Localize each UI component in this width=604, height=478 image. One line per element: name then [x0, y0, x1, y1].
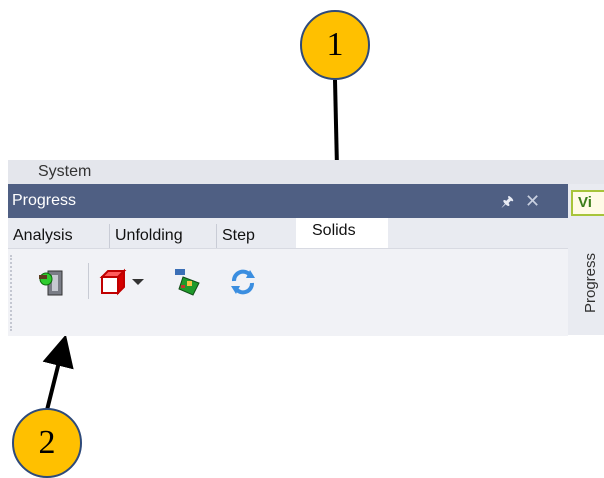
callout-1-label: 1 [326, 26, 344, 63]
callout-1: 1 [300, 10, 370, 80]
toolbar-separator [88, 263, 89, 299]
solid-cube-button[interactable] [98, 267, 128, 297]
arrow-2 [42, 334, 74, 411]
side-tab-label: Vi [578, 194, 592, 211]
tab-unfolding[interactable]: Unfolding [110, 224, 217, 248]
pcb-part-button[interactable] [173, 267, 203, 297]
tab-unfolding-label: Unfolding [115, 227, 183, 244]
side-tab-progress-label: Progress [582, 252, 599, 314]
system-label[interactable]: System [38, 160, 91, 184]
system-menu-bar: System [8, 160, 604, 184]
panel-title: Progress [12, 192, 77, 209]
toolbar [8, 248, 568, 336]
chevron-down-icon[interactable] [132, 279, 144, 285]
side-tab-progress[interactable]: Progress [580, 238, 602, 334]
tab-strip: Analysis Unfolding Step Solids [8, 218, 568, 250]
tab-step[interactable]: Step [217, 224, 295, 248]
red-cube-dropdown-icon [99, 268, 127, 296]
tab-analysis-label: Analysis [13, 227, 73, 244]
solid-tree-button[interactable] [36, 267, 66, 297]
refresh-button[interactable] [228, 267, 258, 297]
callout-2: 2 [12, 408, 82, 478]
panel-titlebar[interactable]: Progress 🖈 ✕ [8, 184, 568, 218]
tab-solids[interactable]: Solids [296, 218, 388, 250]
pin-icon[interactable]: 🖈 [501, 184, 514, 218]
pcb-part-icon [175, 269, 200, 296]
progress-panel: System Progress 🖈 ✕ Vi Progress Analysis… [8, 160, 604, 336]
toolbar-gripper[interactable] [10, 255, 14, 331]
solid-tree-icon [39, 270, 63, 296]
tab-analysis[interactable]: Analysis [8, 224, 110, 248]
callout-2-label: 2 [38, 424, 56, 461]
tab-step-label: Step [222, 227, 255, 244]
refresh-icon [231, 269, 255, 295]
tab-solids-label: Solids [312, 222, 356, 239]
side-tab-vi[interactable]: Vi [571, 190, 604, 216]
close-icon[interactable]: ✕ [525, 184, 540, 218]
